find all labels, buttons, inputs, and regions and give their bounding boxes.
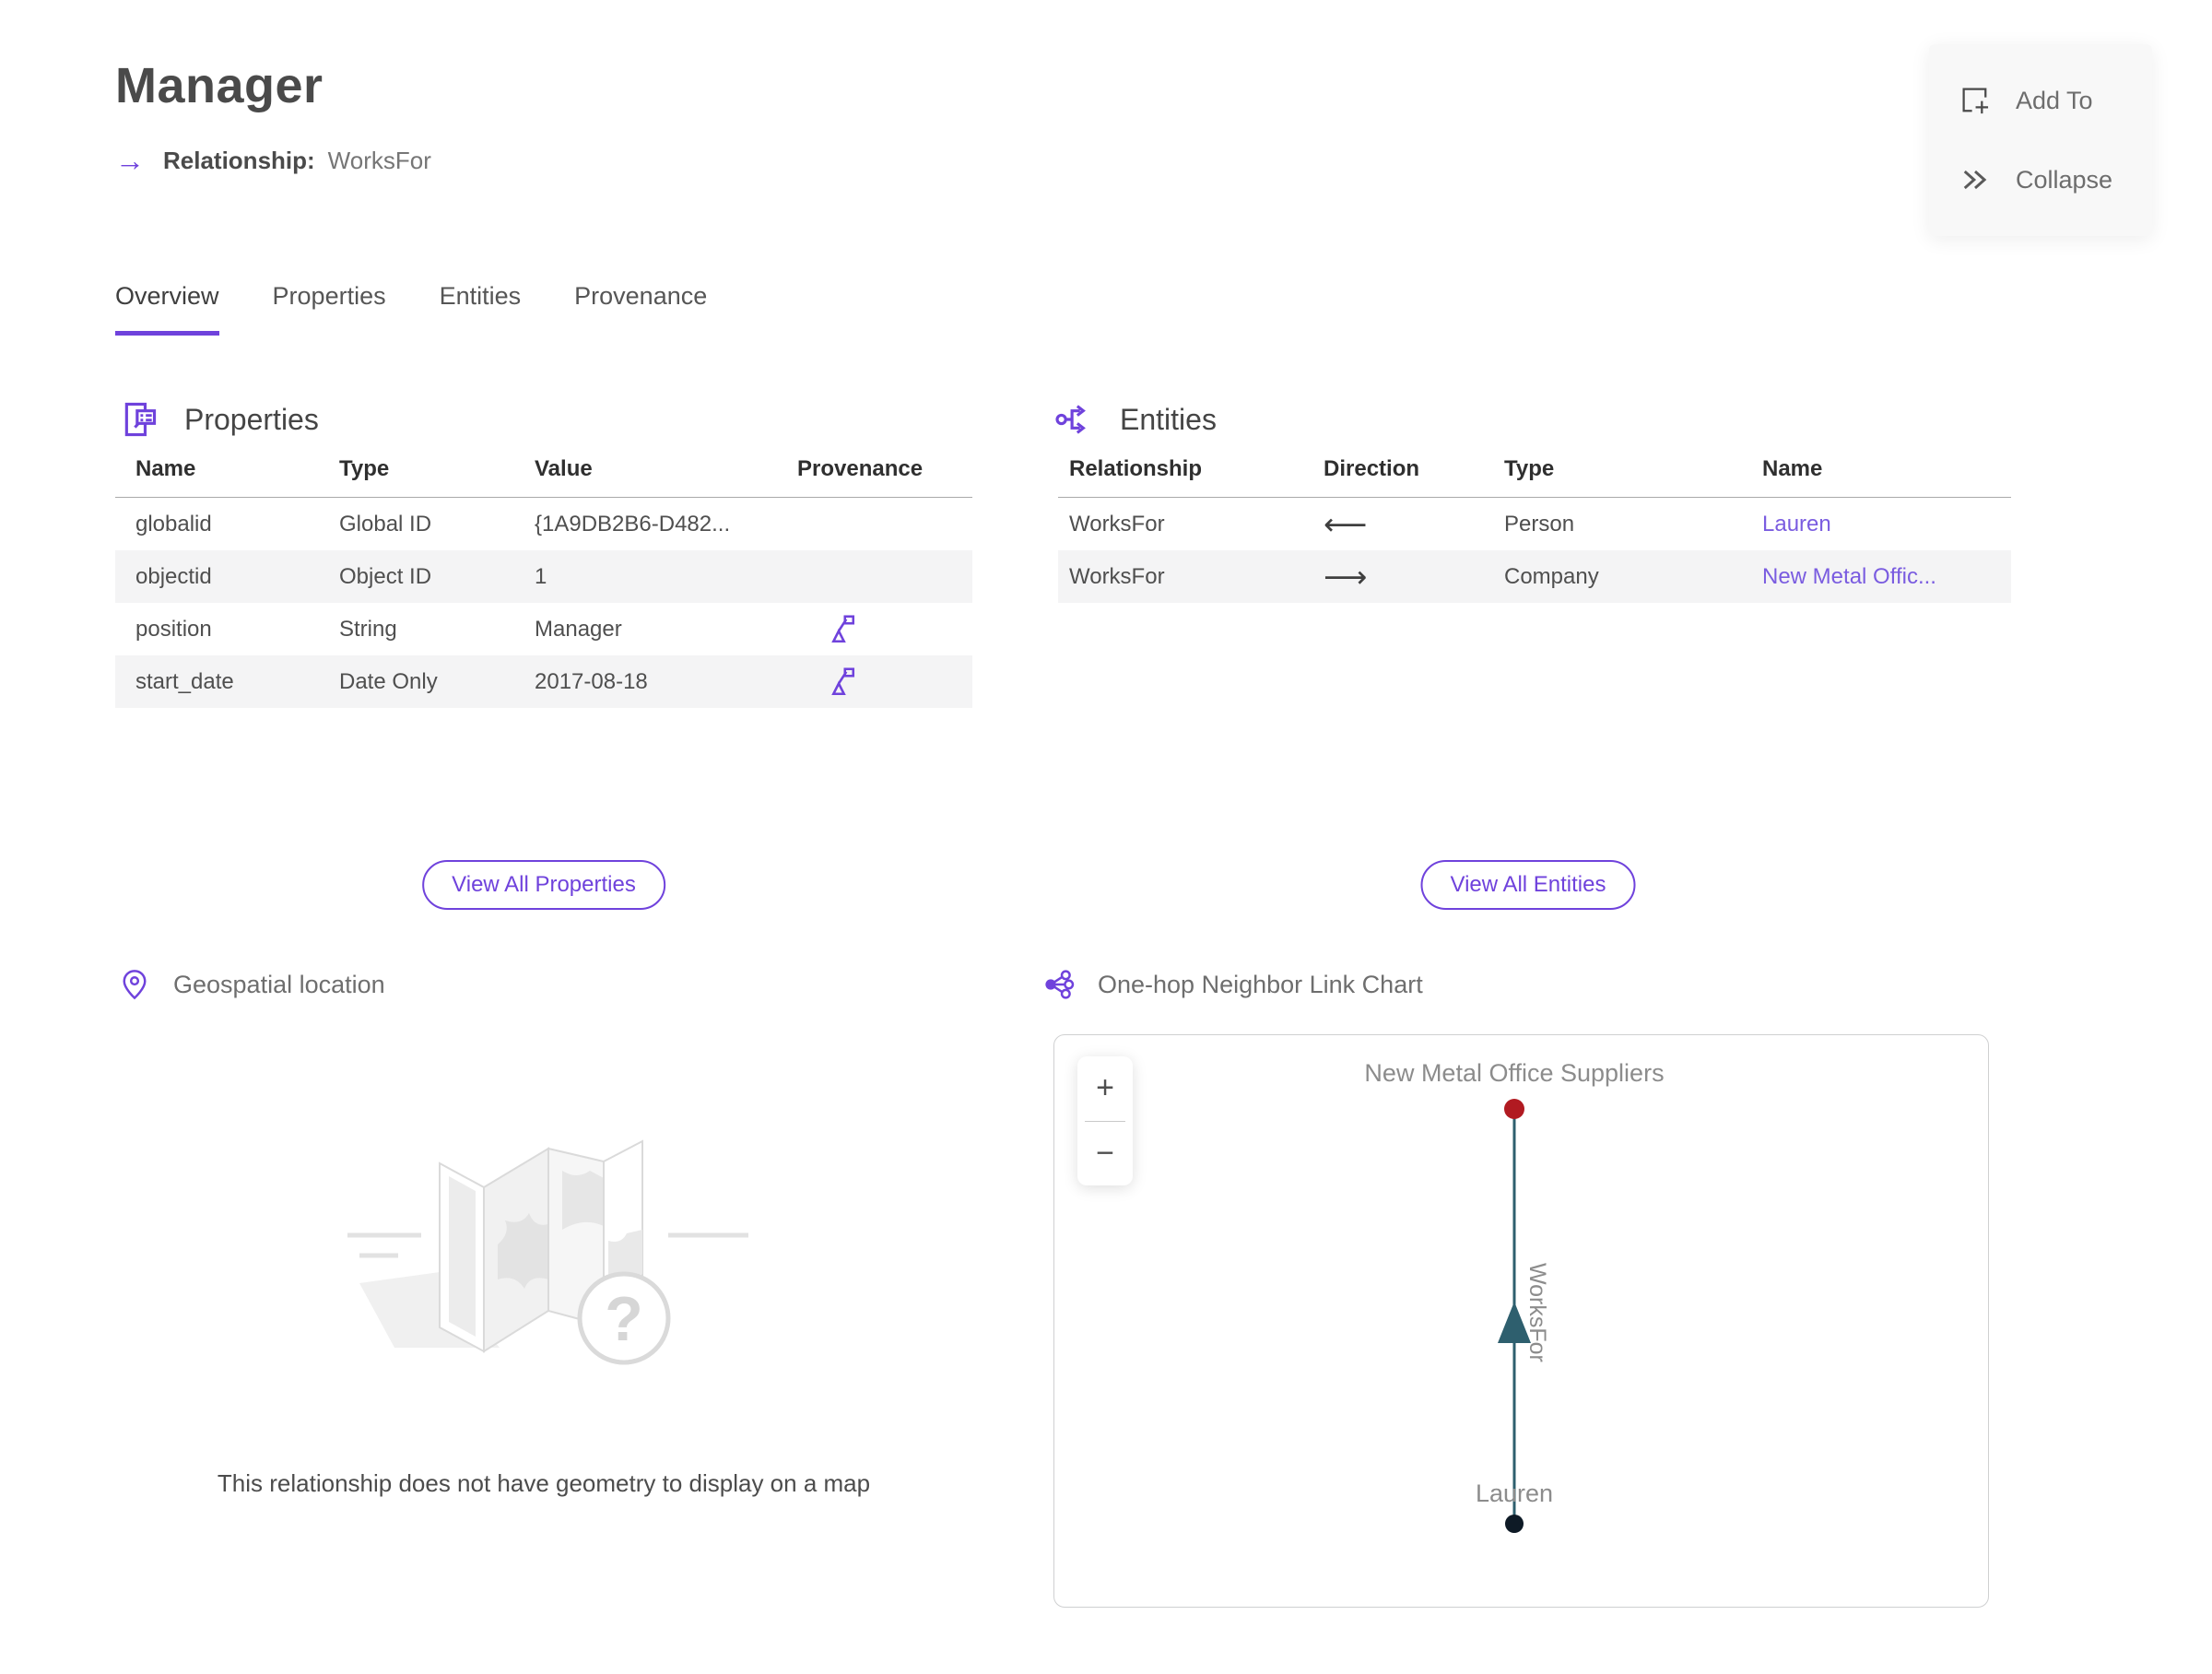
- zoom-out-button[interactable]: −: [1077, 1122, 1133, 1186]
- prop-value: 1: [535, 563, 547, 589]
- zoom-in-button[interactable]: +: [1077, 1056, 1133, 1121]
- view-all-entities-button[interactable]: View All Entities: [1420, 860, 1636, 910]
- direction-arrow: ⟶: [1324, 560, 1368, 594]
- prop-type: String: [339, 616, 397, 642]
- svg-text:?: ?: [605, 1284, 643, 1354]
- edge-label: WorksFor: [1524, 1263, 1550, 1362]
- prop-name: start_date: [135, 668, 234, 694]
- col-type: Type: [1504, 455, 1555, 481]
- properties-section-title: Properties: [184, 402, 319, 436]
- link-chart-canvas[interactable]: + − New Metal Office Suppliers WorksFor …: [1053, 1034, 1989, 1608]
- tab-properties[interactable]: Properties: [273, 282, 386, 336]
- col-name: Name: [135, 455, 196, 481]
- collapse-label: Collapse: [2016, 165, 2113, 194]
- map-pin-icon: [123, 970, 147, 1000]
- table-row: start_date Date Only 2017-08-18: [115, 655, 972, 708]
- tab-overview[interactable]: Overview: [115, 282, 219, 336]
- provenance-flag-icon[interactable]: [825, 666, 858, 699]
- properties-section-header: Properties: [118, 398, 319, 441]
- collapse-button[interactable]: Collapse: [1929, 163, 2152, 196]
- link-chart-icon: [1045, 970, 1075, 999]
- company-node[interactable]: [1504, 1099, 1524, 1119]
- entities-icon: [1055, 405, 1086, 434]
- table-row: WorksFor ⟶ Company New Metal Offic...: [1058, 550, 2011, 603]
- tab-provenance[interactable]: Provenance: [574, 282, 707, 336]
- add-to-button[interactable]: Add To: [1929, 84, 2152, 117]
- action-panel: Add To Collapse: [1929, 44, 2152, 236]
- relationship-arrow-icon: →: [115, 144, 145, 177]
- link-chart-section-title: One-hop Neighbor Link Chart: [1098, 970, 1423, 998]
- link-chart-section-header: One-hop Neighbor Link Chart: [1042, 968, 1423, 1001]
- table-row: globalid Global ID {1A9DB2B6-D482...: [115, 498, 972, 550]
- properties-table-header: Name Type Value Provenance: [115, 441, 972, 498]
- entities-section-title: Entities: [1120, 402, 1217, 436]
- prop-provenance: [797, 613, 972, 646]
- relationship-subtitle: → Relationship: WorksFor: [115, 146, 431, 175]
- col-provenance: Provenance: [797, 455, 924, 481]
- prop-value: Manager: [535, 616, 622, 642]
- prop-name: position: [135, 616, 212, 642]
- add-to-label: Add To: [2016, 86, 2093, 114]
- page-title: Manager: [115, 58, 324, 113]
- ent-relationship: WorksFor: [1069, 511, 1165, 536]
- direction-arrow: ⟵: [1324, 507, 1368, 541]
- chevrons-right-icon: [1963, 170, 1987, 190]
- prop-type: Global ID: [339, 511, 432, 536]
- add-to-icon: [1962, 88, 1989, 114]
- link-chart-graph: [1498, 1099, 1531, 1533]
- table-row: WorksFor ⟵ Person Lauren: [1058, 498, 2011, 550]
- entities-table-header: Relationship Direction Type Name: [1058, 441, 2011, 498]
- tab-bar: Overview Properties Entities Provenance: [115, 282, 707, 336]
- entity-link[interactable]: Lauren: [1762, 512, 2011, 537]
- ent-type: Company: [1504, 563, 1599, 589]
- ent-type: Person: [1504, 511, 1575, 536]
- geospatial-section-header: Geospatial location: [118, 968, 385, 1001]
- relationship-label: Relationship:: [163, 146, 315, 174]
- provenance-flag-icon[interactable]: [825, 613, 858, 646]
- relationship-detail-page: Manager → Relationship: WorksFor Add To …: [0, 0, 2212, 1674]
- col-direction: Direction: [1324, 455, 1420, 481]
- col-name: Name: [1762, 455, 1823, 481]
- prop-type: Date Only: [339, 668, 438, 694]
- properties-table: Name Type Value Provenance globalid Glob…: [115, 441, 972, 708]
- entities-section-header: Entities: [1053, 398, 1217, 441]
- entity-link[interactable]: New Metal Offic...: [1762, 564, 2011, 590]
- no-geometry-message: This relationship does not have geometry…: [217, 1469, 871, 1497]
- table-row: position String Manager: [115, 603, 972, 655]
- zoom-control: + −: [1077, 1056, 1133, 1185]
- no-map-illustration: ?: [347, 1139, 748, 1365]
- col-type: Type: [339, 455, 390, 481]
- person-node-label: Lauren: [1475, 1479, 1554, 1507]
- properties-icon: [124, 402, 157, 437]
- tab-entities[interactable]: Entities: [440, 282, 522, 336]
- company-node-label: New Metal Office Suppliers: [1364, 1059, 1665, 1087]
- view-all-properties-button[interactable]: View All Properties: [422, 860, 665, 910]
- col-relationship: Relationship: [1069, 455, 1203, 481]
- entities-table: Relationship Direction Type Name WorksFo…: [1058, 441, 2011, 603]
- relationship-value: WorksFor: [327, 146, 431, 174]
- prop-name: objectid: [135, 563, 212, 589]
- person-node[interactable]: [1505, 1515, 1524, 1533]
- prop-name: globalid: [135, 511, 212, 536]
- table-row: objectid Object ID 1: [115, 550, 972, 603]
- prop-provenance: [797, 666, 972, 699]
- prop-type: Object ID: [339, 563, 432, 589]
- ent-relationship: WorksFor: [1069, 563, 1165, 589]
- prop-value: 2017-08-18: [535, 668, 648, 694]
- prop-value: {1A9DB2B6-D482...: [535, 511, 731, 536]
- col-value: Value: [535, 455, 593, 481]
- geospatial-section-title: Geospatial location: [173, 970, 385, 998]
